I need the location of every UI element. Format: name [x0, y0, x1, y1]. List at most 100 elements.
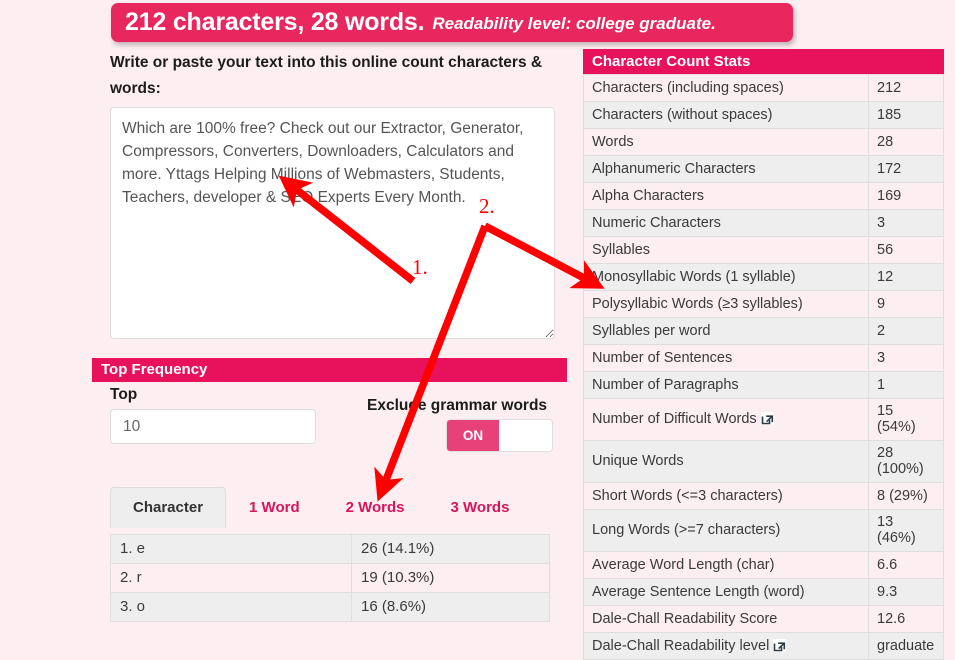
stats-label[interactable]: Number of Difficult Words [583, 398, 869, 441]
stats-value: 212 [868, 74, 944, 102]
stats-label-text: Unique Words [592, 453, 684, 469]
stats-label: Average Word Length (char) [583, 551, 869, 579]
stats-row: Characters (without spaces) 185 [583, 101, 944, 129]
frequency-tab-2-words[interactable]: 2 Words [323, 487, 428, 528]
stats-label: Short Words (<=3 characters) [583, 482, 869, 510]
exclude-grammar-words-toggle[interactable]: ON [446, 419, 553, 452]
stats-label: Words [583, 128, 869, 156]
stats-label: Characters (including spaces) [583, 74, 869, 102]
stats-label: Monosyllabic Words (1 syllable) [583, 263, 869, 291]
stats-label-text: Number of Difficult Words [592, 411, 757, 427]
exclude-grammar-words-label: Exclude grammar words [367, 397, 548, 414]
stats-row: Number of Paragraphs 1 [583, 371, 944, 399]
external-link-icon[interactable] [773, 638, 787, 652]
stats-label-text: Numeric Characters [592, 214, 721, 231]
frequency-count: 16 (8.6%) [351, 592, 550, 622]
frequency-row: 2. r 19 (10.3%) [110, 563, 550, 593]
frequency-row: 3. o 16 (8.6%) [110, 592, 550, 622]
stats-label-text: Average Word Length (char) [592, 556, 775, 573]
top-count-label: Top [110, 386, 138, 403]
stats-label-text: Number of Paragraphs [592, 376, 739, 393]
stats-label-text: Short Words (<=3 characters) [592, 487, 783, 504]
frequency-term: 2. r [110, 563, 352, 593]
frequency-row: 1. e 26 (14.1%) [110, 534, 550, 564]
stats-row: Syllables per word 2 [583, 317, 944, 345]
editor-panel: Write or paste your text into this onlin… [110, 50, 565, 339]
stats-label: Long Words (>=7 characters) [583, 509, 869, 552]
stats-value: 172 [868, 155, 944, 183]
external-link-icon[interactable] [760, 412, 774, 425]
stats-value: 28 [868, 128, 944, 156]
stats-label-text: Syllables per word [592, 322, 711, 339]
stats-label: Polysyllabic Words (≥3 syllables) [583, 290, 869, 318]
stats-label: Syllables [583, 236, 869, 264]
editor-instruction: Write or paste your text into this onlin… [110, 54, 543, 97]
frequency-tab-character[interactable]: Character [110, 487, 227, 528]
stats-value: 28 (100%) [868, 440, 944, 483]
stats-row: Alphanumeric Characters 172 [583, 155, 944, 183]
stats-label[interactable]: Dale-Chall Readability level [583, 632, 869, 660]
stats-value: 3 [868, 344, 944, 372]
stats-value: 1 [868, 371, 944, 399]
stats-value: 56 [868, 236, 944, 264]
stats-label-text: Alpha Characters [592, 187, 705, 204]
stats-row: Long Words (>=7 characters) 13 (46%) [583, 509, 944, 552]
summary-banner: 212 characters, 28 words. Readability le… [111, 3, 793, 42]
stats-row: Number of Sentences 3 [583, 344, 944, 372]
banner-readability-text: Readability level: college graduate. [432, 13, 716, 33]
stats-row: Short Words (<=3 characters) 8 (29%) [583, 482, 944, 510]
stats-row: Unique Words 28 (100%) [583, 440, 944, 483]
frequency-count: 19 (10.3%) [351, 563, 550, 593]
stats-row: Average Word Length (char) 6.6 [583, 551, 944, 579]
frequency-tab-1-word[interactable]: 1 Word [226, 487, 323, 528]
stats-value: 8 (29%) [868, 482, 944, 510]
stats-row: Dale-Chall Readability Score 12.6 [583, 605, 944, 633]
stats-row: Alpha Characters 169 [583, 182, 944, 210]
banner-count-text: 212 characters, 28 words. [125, 8, 425, 36]
stats-row: Number of Difficult Words 15 (54%) [583, 398, 944, 441]
stats-value: 6.6 [868, 551, 944, 579]
frequency-term: 3. o [110, 592, 352, 622]
stats-label-text: Alphanumeric Characters [592, 160, 756, 177]
stats-row: Characters (including spaces) 212 [583, 74, 944, 102]
frequency-tabs: Character 1 Word 2 Words 3 Words [110, 487, 560, 528]
stats-label-text: Number of Sentences [592, 349, 733, 366]
stats-value: 13 (46%) [868, 509, 944, 552]
toggle-on-label: ON [447, 420, 499, 451]
stats-label: Number of Sentences [583, 344, 869, 372]
stats-value: 2 [868, 317, 944, 345]
stats-label-text: Average Sentence Length (word) [592, 583, 805, 600]
stats-value: 12.6 [868, 605, 944, 633]
stats-label-text: Polysyllabic Words (≥3 syllables) [592, 295, 803, 312]
stats-row: Monosyllabic Words (1 syllable) 12 [583, 263, 944, 291]
stats-label: Alpha Characters [583, 182, 869, 210]
frequency-tab-3-words[interactable]: 3 Words [428, 487, 533, 528]
stats-row: Dale-Chall Readability level graduate [583, 632, 944, 660]
stats-label: Unique Words [583, 440, 869, 483]
stats-value: 9.3 [868, 578, 944, 606]
stats-value: 9 [868, 290, 944, 318]
stats-label: Syllables per word [583, 317, 869, 345]
text-input[interactable] [110, 107, 555, 339]
stats-row: Syllables 56 [583, 236, 944, 264]
stats-label-text: Long Words (>=7 characters) [592, 522, 781, 538]
annotation-marker-1: 1. [412, 255, 428, 279]
stats-value: 3 [868, 209, 944, 237]
top-count-input[interactable] [110, 409, 316, 444]
annotation-marker-2: 2. [479, 194, 495, 218]
top-frequency-header: Top Frequency [92, 358, 567, 382]
stats-value: 185 [868, 101, 944, 129]
stats-label: Dale-Chall Readability Score [583, 605, 869, 633]
stats-label-text: Characters (without spaces) [592, 106, 773, 123]
stats-label: Numeric Characters [583, 209, 869, 237]
stats-label-text: Words [592, 133, 634, 150]
toggle-track-off [499, 420, 552, 451]
stats-label-text: Syllables [592, 241, 651, 258]
stats-value: 15 (54%) [868, 398, 944, 441]
stats-label-text: Dale-Chall Readability Score [592, 610, 778, 627]
stats-label: Number of Paragraphs [583, 371, 869, 399]
stats-label: Average Sentence Length (word) [583, 578, 869, 606]
stats-row: Average Sentence Length (word) 9.3 [583, 578, 944, 606]
character-count-stats-header: Character Count Stats [583, 49, 944, 74]
character-count-stats-table: Characters (including spaces) 212 Characte… [583, 74, 944, 660]
